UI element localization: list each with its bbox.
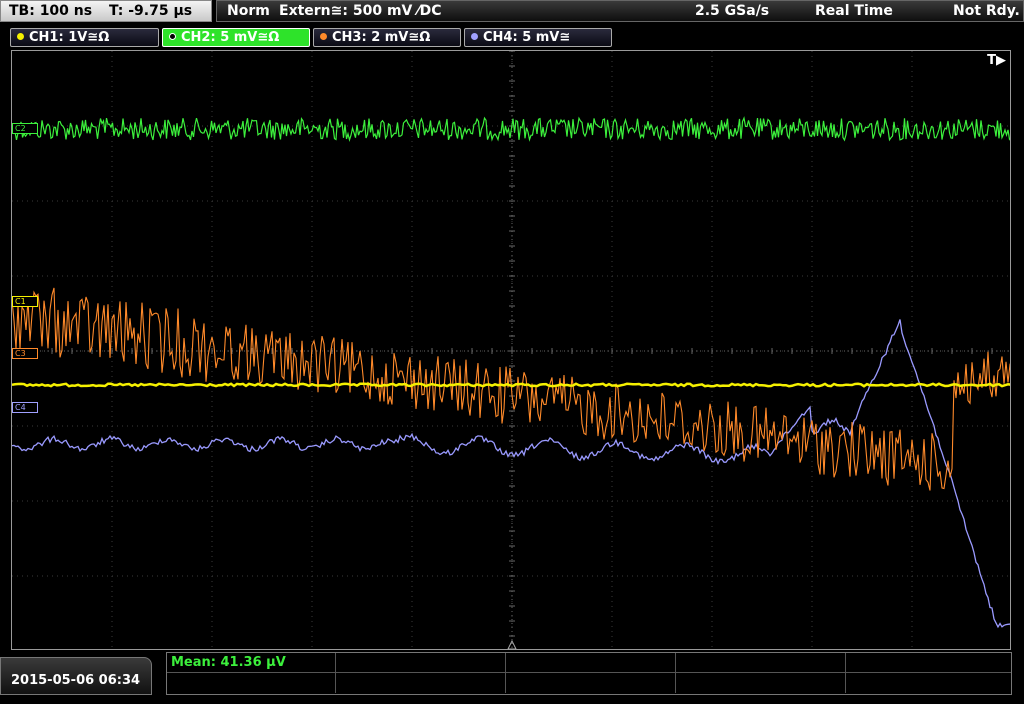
channel-3-dot-icon xyxy=(320,33,327,40)
channel-2-tab[interactable]: CH2: 5 mV≅Ω xyxy=(162,28,310,47)
sample-rate: 2.5 GSa/s xyxy=(695,3,770,19)
channel-bar: CH1: 1V≅Ω CH2: 5 mV≅Ω CH3: 2 mV≅Ω CH4: 5… xyxy=(0,26,1024,48)
channel-1-dot-icon xyxy=(17,33,24,40)
timebase-panel[interactable]: TB: 100 ns T: -9.75 µs xyxy=(0,0,212,22)
channel-4-label: CH4: 5 mV≅ xyxy=(483,30,571,45)
channel-4-tab[interactable]: CH4: 5 mV≅ xyxy=(464,28,612,47)
acquisition-state: Not Rdy. xyxy=(953,3,1020,19)
trigger-time-value: T: -9.75 µs xyxy=(108,3,193,19)
date-time-display: 2015-05-06 06:34 xyxy=(0,657,152,695)
measurement-cell xyxy=(675,673,846,693)
measurement-cell xyxy=(335,673,506,693)
timebase-value: TB: 100 ns xyxy=(9,3,93,19)
channel-3-waveform xyxy=(12,287,1010,491)
measurement-panel[interactable]: Mean: 41.36 µV xyxy=(166,652,1012,695)
channel-1-tab[interactable]: CH1: 1V≅Ω xyxy=(10,28,159,47)
measurement-cell: Mean: 41.36 µV xyxy=(167,653,336,672)
measurement-cell xyxy=(675,653,846,672)
measurement-cell xyxy=(505,673,676,693)
trigger-mode: Norm xyxy=(227,3,270,19)
measurement-cell xyxy=(335,653,506,672)
acquisition-mode: Real Time xyxy=(815,3,893,19)
measurement-row xyxy=(167,673,1011,693)
measurement-mean: Mean: 41.36 µV xyxy=(171,655,286,670)
top-status-bar: TB: 100 ns T: -9.75 µs Norm Extern≅: 500… xyxy=(0,0,1024,24)
acquisition-status[interactable]: Norm Extern≅: 500 mV ⁄DC 2.5 GSa/s Real … xyxy=(216,0,1024,22)
channel-4-offset-marker[interactable]: C4 xyxy=(12,402,38,413)
channel-3-offset-marker[interactable]: C3 xyxy=(12,348,38,359)
trigger-level-marker[interactable]: T▶ xyxy=(987,53,1006,68)
channel-2-offset-marker[interactable]: C2 xyxy=(12,123,38,134)
measurement-cell xyxy=(505,653,676,672)
channel-4-dot-icon xyxy=(471,33,478,40)
channel-2-dot-icon xyxy=(169,33,176,40)
channel-2-label: CH2: 5 mV≅Ω xyxy=(181,30,280,45)
waveform-display[interactable]: C2 C1 C3 C4 T▶ xyxy=(11,50,1011,650)
trigger-source: Extern≅: 500 mV ⁄DC xyxy=(279,3,442,19)
measurement-row: Mean: 41.36 µV xyxy=(167,653,1011,673)
measurement-cell xyxy=(167,673,336,693)
graticule-axes xyxy=(12,51,1010,649)
waveform-canvas xyxy=(12,51,1010,649)
channel-3-tab[interactable]: CH3: 2 mV≅Ω xyxy=(313,28,461,47)
channel-3-label: CH3: 2 mV≅Ω xyxy=(332,30,431,45)
channel-1-offset-marker[interactable]: C1 xyxy=(12,296,38,307)
channel-1-label: CH1: 1V≅Ω xyxy=(29,30,110,45)
